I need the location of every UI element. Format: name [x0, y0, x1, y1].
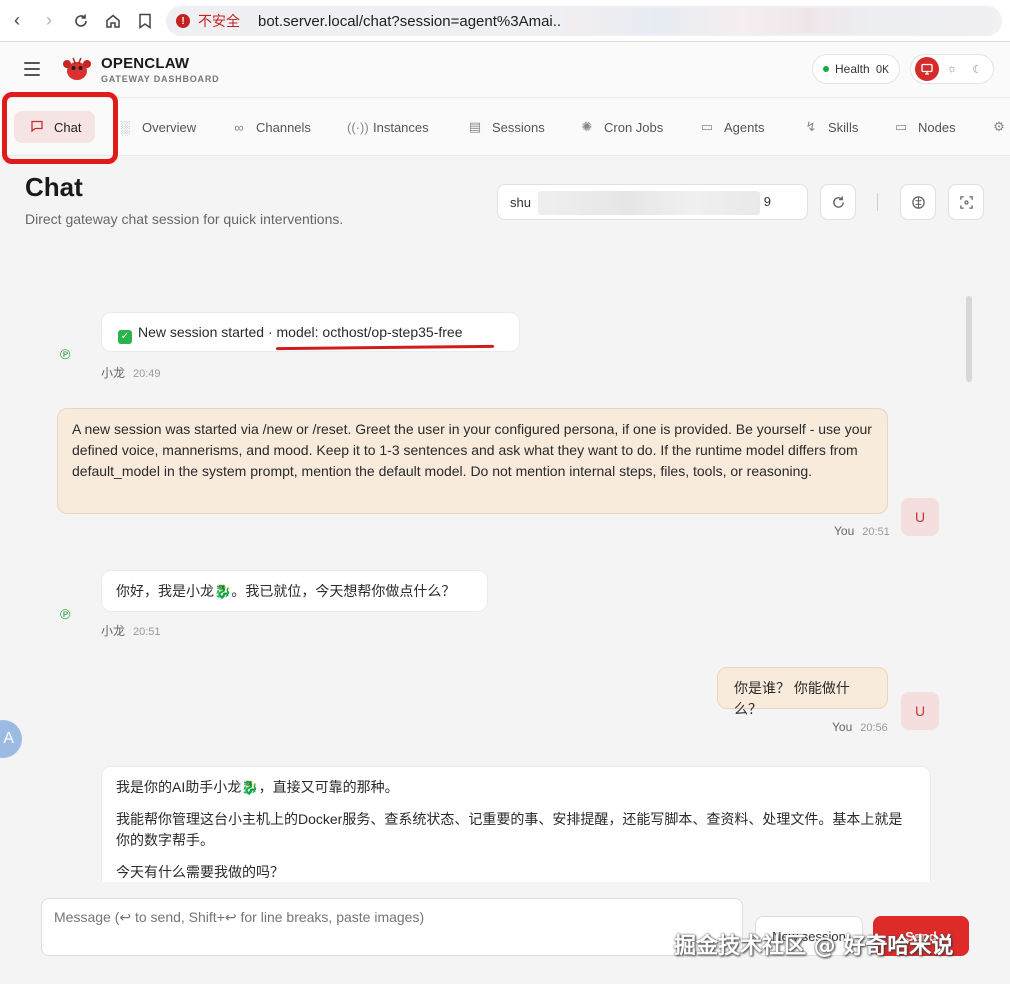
user-message-bubble: 你是谁？ 你能做什么？ [717, 667, 888, 717]
dragon-avatar-icon: ℗ [60, 346, 71, 362]
user-avatar: U [901, 692, 939, 730]
redacted-area [538, 191, 760, 215]
tab-cron-jobs[interactable]: ✺ Cron Jobs [580, 111, 664, 143]
moon-icon[interactable]: ☾ [965, 57, 989, 81]
gear-icon: ⚙ [993, 119, 1005, 134]
nav-tabs: Chat ░ Overview ∞ Channels ((·)) Instanc… [0, 98, 1010, 156]
browser-toolbar: ‹ › ! 不安全 bot.server.local/chat?session=… [0, 0, 1010, 42]
tab-sessions[interactable]: ▤ Sessions [468, 111, 545, 143]
session-prefix: shu [510, 194, 531, 210]
dragon-avatar-icon: ℗ [60, 606, 71, 622]
user-avatar: U [901, 498, 939, 536]
bar-chart-icon: ░ [120, 119, 130, 135]
message-text: 你好，我是小龙🐉。我已就位，今天想帮你做点什么？ [116, 583, 456, 599]
brand-subtitle: GATEWAY DASHBOARD [101, 74, 220, 84]
link-icon: ∞ [234, 119, 244, 135]
message-paragraph: 今天有什么需要我做的吗？ [116, 864, 284, 880]
bookmark-icon[interactable] [130, 6, 160, 36]
message-text: New session started · model: octhost/op-… [138, 324, 463, 340]
tab-label: Cron Jobs [604, 119, 664, 135]
message-text: 你是谁？ 你能做什么？ [734, 680, 850, 717]
message-paragraph: 我能帮你管理这台小主机上的Docker服务、查系统状态、记重要的事、安排提醒，还… [116, 811, 903, 848]
address-bar[interactable]: ! 不安全 bot.server.local/chat?session=agen… [166, 6, 1002, 36]
tab-label: Overview [142, 119, 197, 135]
tab-label: Agents [724, 119, 765, 135]
brain-button[interactable] [900, 184, 936, 220]
url-text: bot.server.local/chat?session=agent%3Ama… [258, 12, 562, 30]
home-icon[interactable] [98, 6, 128, 36]
health-value: OK [875, 62, 889, 76]
check-icon: ✓ [118, 330, 132, 344]
message-text: A new session was started via /new or /r… [72, 421, 872, 479]
tab-skills[interactable]: ↯ Skills [804, 111, 859, 143]
insecure-label: 不安全 [198, 14, 240, 30]
hamburger-menu-icon[interactable] [24, 62, 40, 76]
message-meta: You 20:51 [834, 524, 890, 538]
tab-agents[interactable]: ▭ Agents [700, 111, 765, 143]
status-dot-icon [823, 66, 829, 72]
monitor-icon: ▭ [894, 119, 908, 134]
message-time: 20:56 [860, 722, 888, 734]
message-meta: You 20:56 [832, 720, 888, 734]
reload-icon[interactable] [66, 6, 96, 36]
message-time: 20:51 [133, 626, 161, 638]
tab-label: Channels [256, 119, 311, 135]
page-subtitle: Direct gateway chat session for quick in… [25, 211, 344, 227]
health-label: Health [835, 62, 870, 76]
health-status-badge: Health OK [812, 54, 900, 84]
bot-message-bubble: 我是你的AI助手小龙🐉，直接又可靠的那种。 我能帮你管理这台小主机上的Docke… [101, 766, 931, 890]
message-meta: 小龙 20:51 [101, 622, 161, 639]
redacted-area [566, 8, 1002, 34]
session-suffix: 9 [763, 194, 771, 209]
message-time: 20:51 [862, 526, 890, 538]
bolt-icon: ↯ [805, 119, 817, 134]
bot-message-bubble: 你好，我是小龙🐉。我已就位，今天想帮你做点什么？ [101, 570, 488, 612]
user-message-bubble: A new session was started via /new or /r… [57, 408, 888, 514]
page-title: Chat [25, 172, 83, 202]
tab-overview[interactable]: ░ Overview [118, 111, 196, 143]
tab-settings[interactable]: ⚙ [992, 111, 1010, 143]
tab-nodes[interactable]: ▭ Nodes [894, 111, 956, 143]
sender-name: You [832, 720, 853, 734]
session-select[interactable]: shu 9 [497, 184, 808, 220]
back-icon[interactable]: ‹ [2, 6, 32, 36]
translate-icon[interactable]: A [0, 720, 22, 758]
message-meta: 小龙 20:49 [101, 364, 161, 381]
watermark: 掘金技术社区 @ 好奇哈米说 [674, 934, 954, 959]
sender-name: 小龙 [101, 624, 126, 638]
loader-icon: ✺ [581, 119, 593, 134]
sender-name: 小龙 [101, 366, 126, 380]
tab-label: Skills [828, 119, 859, 135]
chat-scrollbar[interactable] [966, 296, 972, 382]
tab-label: Sessions [492, 119, 545, 135]
app-header: OPENCLAW GATEWAY DASHBOARD Health OK ☼ ☾ [0, 42, 1010, 98]
theme-switcher: ☼ ☾ [910, 54, 994, 84]
sun-icon[interactable]: ☼ [940, 57, 964, 81]
annotation-highlight [2, 92, 118, 164]
brand-name: OPENCLAW [101, 55, 190, 72]
monitor-theme-icon[interactable] [914, 57, 939, 81]
document-icon: ▤ [468, 119, 482, 134]
tab-instances[interactable]: ((·)) Instances [347, 111, 429, 143]
toolbar-divider [877, 193, 878, 211]
folder-icon: ▭ [700, 119, 714, 134]
focus-button[interactable] [948, 184, 984, 220]
tab-label: Nodes [918, 119, 956, 135]
message-input[interactable] [41, 898, 743, 956]
refresh-button[interactable] [820, 184, 856, 220]
warning-icon: ! [176, 14, 190, 28]
lobster-logo-icon [63, 57, 91, 80]
radio-icon: ((·)) [347, 119, 369, 135]
tab-label: Instances [373, 119, 429, 135]
sender-name: You [834, 524, 855, 538]
message-time: 20:49 [133, 368, 161, 380]
forward-icon[interactable]: › [34, 6, 64, 36]
message-paragraph: 我是你的AI助手小龙🐉，直接又可靠的那种。 [116, 779, 399, 795]
tab-channels[interactable]: ∞ Channels [232, 111, 311, 143]
